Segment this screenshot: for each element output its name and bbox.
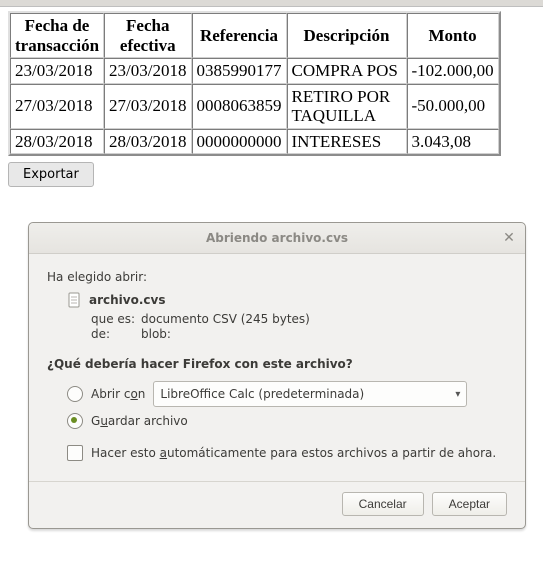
de-value: blob: [141, 327, 171, 341]
cell-monto: -50.000,00 [407, 84, 499, 129]
accept-button[interactable]: Aceptar [432, 492, 507, 516]
radio-open-with[interactable] [67, 386, 83, 402]
dialog-body: Ha elegido abrir: archivo.cvs que es: do… [29, 254, 525, 528]
auto-label: Hacer esto automáticamente para estos ar… [91, 446, 496, 460]
cell-transaccion: 28/03/2018 [10, 129, 104, 155]
cell-referencia: 0000000000 [192, 129, 287, 155]
transactions-table: Fecha de transacción Fecha efectiva Refe… [8, 11, 501, 156]
dialog-separator [29, 481, 525, 482]
cell-descripcion: RETIRO POR TAQUILLA [287, 84, 407, 129]
close-icon[interactable]: ✕ [501, 230, 517, 246]
file-name: archivo.cvs [89, 293, 166, 307]
cell-descripcion: COMPRA POS [287, 58, 407, 84]
dialog-title: Abriendo archivo.cvs [206, 231, 348, 245]
auto-checkbox[interactable] [67, 445, 83, 461]
page-content: Fecha de transacción Fecha efectiva Refe… [0, 7, 543, 187]
th-monto: Monto [407, 13, 499, 58]
que-es-value: documento CSV (245 bytes) [141, 312, 310, 326]
chosen-to-open-label: Ha elegido abrir: [47, 270, 507, 284]
save-file-option[interactable]: Guardar archivo [67, 413, 507, 429]
file-icon [67, 292, 83, 308]
open-with-label: Abrir con [91, 387, 145, 401]
auto-checkbox-row[interactable]: Hacer esto automáticamente para estos ar… [67, 445, 507, 461]
dialog-titlebar[interactable]: Abriendo archivo.cvs ✕ [29, 223, 525, 254]
download-dialog: Abriendo archivo.cvs ✕ Ha elegido abrir:… [28, 222, 526, 529]
table-row: 23/03/2018 23/03/2018 0385990177 COMPRA … [10, 58, 499, 84]
cell-descripcion: INTERESES [287, 129, 407, 155]
file-meta: que es: documento CSV (245 bytes) de: bl… [91, 312, 507, 341]
export-button[interactable]: Exportar [8, 162, 94, 187]
cell-monto: 3.043,08 [407, 129, 499, 155]
window-chrome-strip [0, 0, 543, 7]
file-row: archivo.cvs [67, 292, 507, 308]
th-referencia: Referencia [192, 13, 287, 58]
que-es-label: que es: [91, 312, 137, 326]
action-question: ¿Qué debería hacer Firefox con este arch… [47, 357, 507, 371]
th-efectiva: Fecha efectiva [104, 13, 191, 58]
cell-efectiva: 23/03/2018 [104, 58, 191, 84]
open-with-option[interactable]: Abrir con LibreOffice Calc (predetermina… [67, 381, 507, 407]
cancel-button[interactable]: Cancelar [342, 492, 424, 516]
open-with-combo[interactable]: LibreOffice Calc (predeterminada) ▾ [153, 381, 467, 407]
table-header-row: Fecha de transacción Fecha efectiva Refe… [10, 13, 499, 58]
save-file-label: Guardar archivo [91, 414, 188, 428]
cell-transaccion: 27/03/2018 [10, 84, 104, 129]
de-label: de: [91, 327, 137, 341]
table-row: 27/03/2018 27/03/2018 0008063859 RETIRO … [10, 84, 499, 129]
cell-transaccion: 23/03/2018 [10, 58, 104, 84]
cell-referencia: 0385990177 [192, 58, 287, 84]
dialog-button-row: Cancelar Aceptar [47, 492, 507, 516]
th-descripcion: Descripción [287, 13, 407, 58]
radio-save-file[interactable] [67, 413, 83, 429]
open-with-app-label: LibreOffice Calc (predeterminada) [160, 387, 364, 401]
cell-monto: -102.000,00 [407, 58, 499, 84]
table-row: 28/03/2018 28/03/2018 0000000000 INTERES… [10, 129, 499, 155]
cell-efectiva: 27/03/2018 [104, 84, 191, 129]
cell-efectiva: 28/03/2018 [104, 129, 191, 155]
th-transaccion: Fecha de transacción [10, 13, 104, 58]
chevron-down-icon: ▾ [455, 389, 460, 400]
cell-referencia: 0008063859 [192, 84, 287, 129]
